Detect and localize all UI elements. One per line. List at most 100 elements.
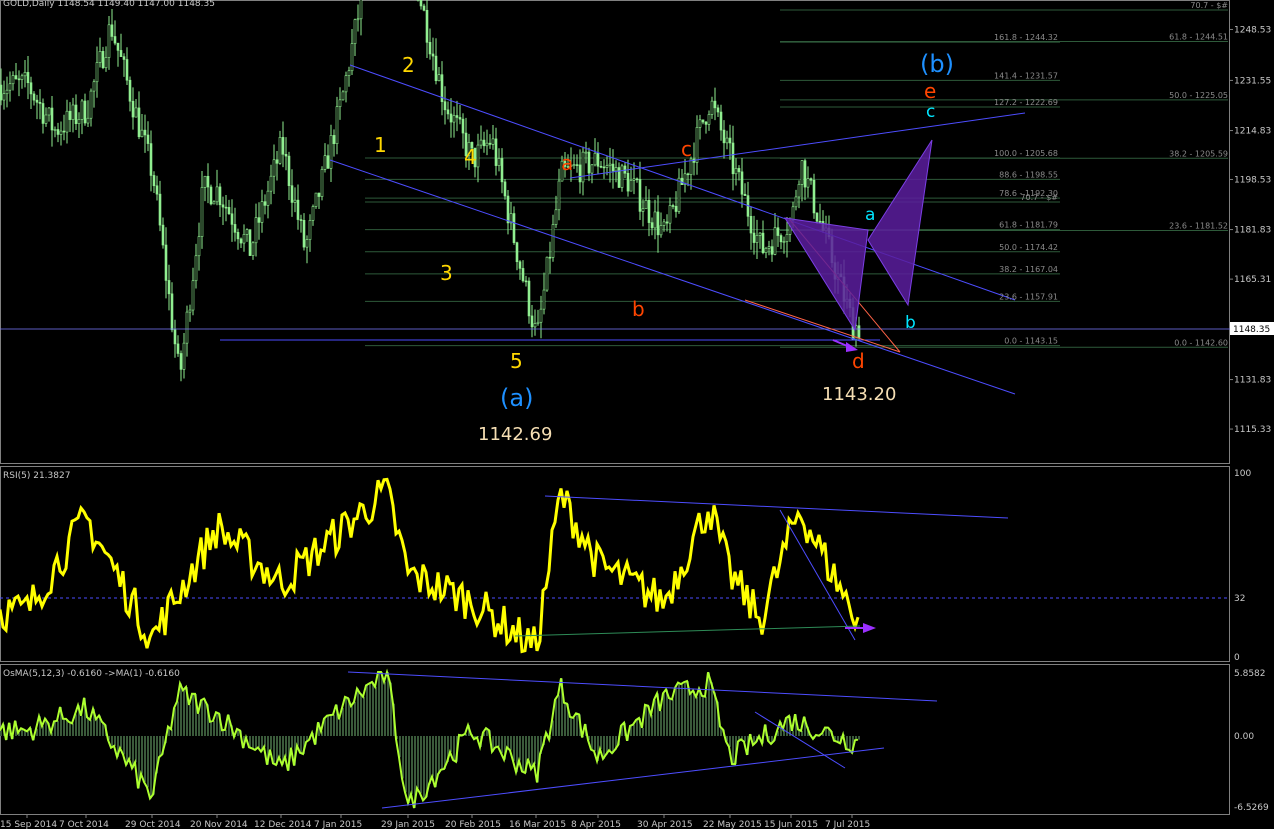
osma-bar [432, 736, 434, 777]
candle-body [500, 158, 504, 183]
candle-body [290, 185, 294, 203]
candle-body [698, 119, 702, 128]
osma-bar [90, 719, 92, 736]
osma-bar [72, 723, 74, 736]
candle-body [314, 192, 318, 207]
candle-body [593, 152, 597, 166]
osma-bar [150, 736, 152, 799]
candle-body [761, 232, 765, 253]
candle-body [419, 0, 423, 7]
price-tick: 1198.53 [1234, 175, 1271, 185]
osma-bar [411, 736, 413, 794]
candle-body [107, 24, 111, 58]
candle-body [356, 18, 360, 21]
fib-right-label: 38.2 - 1205.59 [1169, 149, 1228, 158]
osma-bar [438, 736, 440, 775]
candle-body [575, 164, 579, 166]
candle-body [14, 75, 18, 80]
candle-body [527, 280, 531, 317]
osma-bar [360, 693, 362, 736]
candle-body [179, 353, 183, 370]
candle-body [587, 151, 591, 174]
osma-bar [345, 696, 347, 736]
candle-body [710, 100, 714, 115]
candle-body [236, 232, 240, 240]
candle-body [230, 213, 234, 225]
osma-bar [291, 736, 293, 748]
candle-body [98, 51, 102, 63]
osma-bar [654, 699, 656, 736]
osma-bar [114, 736, 116, 746]
candle-body [170, 293, 174, 331]
candle-body [521, 268, 525, 282]
candle-body [71, 104, 75, 120]
osma-bar [363, 696, 365, 736]
candle-body [110, 24, 114, 37]
candle-body [785, 234, 789, 242]
candle-body [65, 110, 69, 133]
osma-bar [507, 736, 509, 748]
wave-b-big-label: (b) [920, 50, 954, 78]
candle-body [530, 315, 534, 328]
svg-text:0: 0 [1234, 653, 1240, 663]
candle-body [455, 115, 459, 118]
candle-body [47, 107, 51, 116]
price-tick: 1231.55 [1234, 76, 1271, 86]
candle-body [422, 5, 426, 11]
candle-body [287, 155, 291, 186]
candle-body [284, 154, 288, 157]
candle-body [347, 70, 351, 76]
candle-body [809, 178, 813, 181]
candle-body [632, 178, 636, 181]
candle-body [266, 190, 270, 206]
candle-body [275, 159, 279, 164]
trading-chart[interactable]: 1 2 3 4 5 a b c d e a b c (a) (b) 1142.6… [0, 0, 1274, 829]
osma-bar [177, 701, 179, 736]
candle-body [173, 329, 177, 345]
date-tick: 29 Jan 2015 [381, 820, 435, 829]
candle-body [74, 104, 78, 124]
osma-bar [147, 736, 149, 788]
candle-body [722, 129, 726, 144]
candle-body [437, 74, 441, 82]
candle-body [272, 159, 276, 177]
candle-body [353, 19, 357, 44]
candle-body [653, 211, 657, 229]
osma-bar [342, 708, 344, 736]
candle-body [764, 247, 768, 253]
osma-bar [594, 736, 596, 752]
wave-5-label: 5 [510, 349, 523, 373]
candle-body [680, 177, 684, 185]
osma-bar [339, 719, 341, 736]
candle-body [125, 59, 129, 81]
candle-body [728, 137, 732, 144]
candle-body [614, 167, 618, 172]
candle-body [17, 78, 21, 81]
candle-body [716, 107, 720, 113]
candle-body [818, 220, 822, 223]
osma-bar [663, 693, 665, 736]
candle-body [92, 81, 96, 92]
osma-bar [384, 681, 386, 736]
svg-text:100: 100 [1234, 469, 1251, 479]
candle-body [302, 219, 306, 248]
candle-body [11, 75, 15, 85]
osma-bar [513, 736, 515, 761]
candle-body [701, 119, 705, 123]
date-tick: 22 May 2015 [703, 820, 762, 829]
candle-body [359, 0, 363, 20]
osma-bar [258, 736, 260, 748]
osma-bar [369, 683, 371, 736]
candle-body [350, 43, 354, 72]
candle-body [812, 179, 816, 214]
fib-mid-label: 141.4 - 1231.57 [994, 71, 1058, 80]
osma-bar [534, 736, 536, 764]
candle-body [161, 224, 165, 246]
candle-body [620, 165, 624, 188]
candle-body [326, 155, 330, 169]
candle-body [158, 193, 162, 226]
osma-bar [576, 713, 578, 736]
osma-bar [408, 736, 410, 804]
osma-bar [642, 727, 644, 736]
osma-bar [633, 724, 635, 736]
